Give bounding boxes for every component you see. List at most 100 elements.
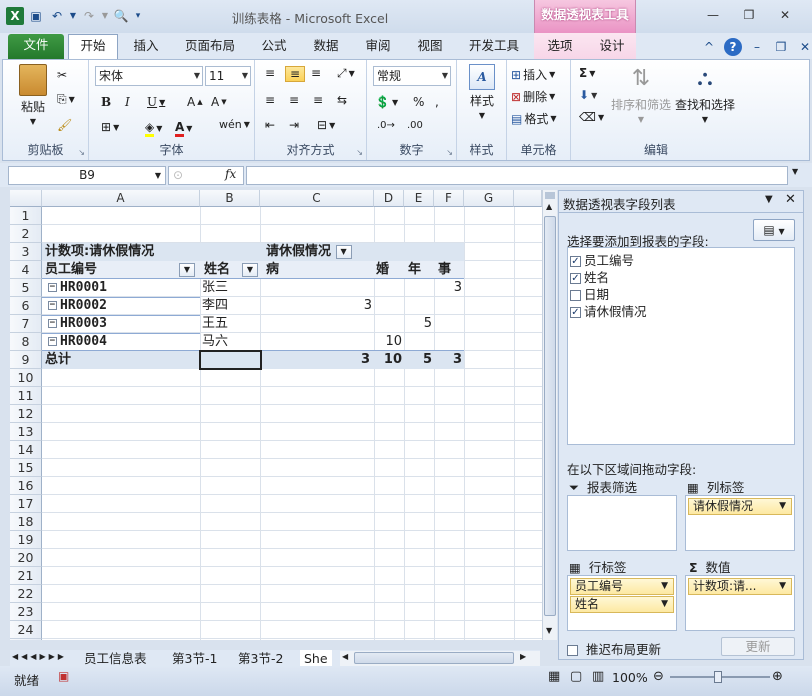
field-checkbox-checked[interactable]: ✓ bbox=[570, 256, 581, 267]
column-header-c[interactable]: C bbox=[260, 190, 374, 207]
paste-button[interactable]: 粘贴 ▼ bbox=[15, 64, 51, 126]
align-bottom-icon[interactable]: ≡ bbox=[311, 66, 321, 80]
column-drop-area[interactable]: 请休假情况 ▼ bbox=[685, 495, 795, 551]
pivot-row-field-2[interactable]: 姓名 ▼ bbox=[204, 261, 258, 279]
pane-options-dropdown-icon[interactable]: ▼ bbox=[765, 194, 773, 205]
collapse-icon[interactable]: − bbox=[48, 319, 57, 328]
decrease-decimal-icon[interactable]: .00 bbox=[407, 120, 423, 131]
scroll-left-icon[interactable]: ◀ bbox=[342, 652, 348, 661]
pivot-row-name[interactable]: 王五 bbox=[202, 315, 228, 333]
row-header[interactable]: 25 bbox=[10, 639, 42, 640]
pivot-row-field-1[interactable]: 员工编号 ▼ bbox=[45, 261, 197, 279]
row-header[interactable]: 2 bbox=[10, 225, 42, 243]
sheet-tab-active[interactable]: She bbox=[300, 650, 332, 667]
pivot-col-label-annual[interactable]: 年 bbox=[408, 261, 421, 279]
column-header-d[interactable]: D bbox=[374, 190, 404, 207]
insert-function-icon[interactable]: fx bbox=[225, 167, 236, 181]
pane-close-icon[interactable]: ✕ bbox=[785, 192, 796, 207]
align-middle-icon[interactable]: ≡ bbox=[285, 66, 305, 82]
font-name-combo[interactable]: 宋体 ▼ bbox=[95, 66, 203, 86]
row-area-chip[interactable]: 员工编号 ▼ bbox=[570, 578, 674, 595]
row-header[interactable]: 24 bbox=[10, 621, 42, 639]
row-header[interactable]: 15 bbox=[10, 459, 42, 477]
minimize-icon[interactable]: — bbox=[700, 6, 726, 24]
increase-indent-icon[interactable]: ⇥ bbox=[289, 118, 299, 132]
format-painter-icon[interactable]: 🖌 bbox=[57, 118, 72, 132]
name-box-dropdown-icon[interactable]: ▼ bbox=[155, 167, 161, 184]
delete-cells-button[interactable]: ⊠ 删除 ▼ bbox=[511, 88, 555, 105]
row-header[interactable]: 21 bbox=[10, 567, 42, 585]
pivot-total-cell[interactable]: 3 bbox=[434, 351, 462, 369]
defer-update-option[interactable]: 推迟布局更新 bbox=[567, 639, 661, 658]
fill-color-icon[interactable]: ◈ ▼ bbox=[145, 120, 162, 137]
field-checkbox-checked[interactable]: ✓ bbox=[570, 307, 581, 318]
values-area-chip[interactable]: 计数项:请... ▼ bbox=[688, 578, 792, 595]
increase-decimal-icon[interactable]: .0→ bbox=[377, 120, 395, 131]
accounting-format-icon[interactable]: 💲 ▼ bbox=[375, 95, 398, 109]
select-all-corner[interactable] bbox=[10, 190, 42, 207]
align-top-icon[interactable]: ≡ bbox=[265, 66, 275, 80]
wrap-text-icon[interactable]: ⇆ bbox=[337, 93, 347, 107]
chip-dropdown-icon[interactable]: ▼ bbox=[661, 579, 668, 594]
row-header[interactable]: 14 bbox=[10, 441, 42, 459]
vertical-scroll-thumb[interactable] bbox=[544, 216, 556, 616]
row-header[interactable]: 11 bbox=[10, 387, 42, 405]
scroll-up-icon[interactable]: ▲ bbox=[546, 202, 552, 211]
doc-minimize-icon[interactable]: – bbox=[748, 38, 766, 56]
zoom-slider-thumb[interactable] bbox=[714, 671, 722, 683]
pivot-col-label-sick[interactable]: 病 bbox=[266, 261, 279, 279]
column-header-f[interactable]: F bbox=[434, 190, 464, 207]
tab-home[interactable]: 开始 bbox=[68, 34, 118, 59]
tab-page-layout[interactable]: 页面布局 bbox=[178, 35, 242, 59]
insert-cells-button[interactable]: ⊞ 插入 ▼ bbox=[511, 66, 555, 83]
row-header[interactable]: 7 bbox=[10, 315, 42, 333]
decrease-indent-icon[interactable]: ⇤ bbox=[265, 118, 275, 132]
align-left-icon[interactable]: ≡ bbox=[265, 93, 275, 107]
copy-icon[interactable]: ⎘ ▼ bbox=[57, 92, 75, 107]
pivot-total-cell[interactable]: 3 bbox=[260, 351, 370, 369]
doc-close-icon[interactable]: ✕ bbox=[796, 38, 812, 56]
row-header[interactable]: 22 bbox=[10, 585, 42, 603]
pivot-row-id[interactable]: − HR0001 bbox=[48, 279, 107, 297]
autosum-icon[interactable]: Σ ▼ bbox=[579, 66, 595, 80]
doc-restore-icon[interactable]: ❐ bbox=[772, 38, 790, 56]
border-icon[interactable]: ⊞ ▼ bbox=[101, 120, 119, 134]
row-area-chip[interactable]: 姓名 ▼ bbox=[570, 596, 674, 613]
font-color-icon[interactable]: A ▼ bbox=[175, 120, 192, 137]
pivot-col-label-marriage[interactable]: 婚 bbox=[376, 261, 389, 279]
formula-input[interactable] bbox=[246, 166, 788, 185]
field-checkbox-unchecked[interactable] bbox=[570, 290, 581, 301]
tab-review[interactable]: 审阅 bbox=[358, 35, 398, 59]
expand-formula-bar-icon[interactable]: ▼ bbox=[792, 167, 798, 176]
pivot-row-id[interactable]: − HR0004 bbox=[48, 333, 107, 351]
pivot-value-cell[interactable]: 3 bbox=[434, 279, 462, 297]
alignment-launcher-icon[interactable]: ↘ bbox=[356, 148, 363, 157]
underline-icon[interactable]: U ▼ bbox=[147, 95, 165, 109]
pivot-row-id[interactable]: − HR0003 bbox=[48, 315, 107, 333]
sheet-tab[interactable]: 员工信息表 bbox=[80, 650, 151, 667]
name-box[interactable]: B9 ▼ bbox=[8, 166, 166, 185]
collapse-icon[interactable]: − bbox=[48, 283, 57, 292]
collapse-ribbon-icon[interactable]: ^ bbox=[700, 38, 718, 56]
column-header-g[interactable]: G bbox=[464, 190, 514, 207]
pivot-value-header[interactable]: 计数项:请休假情况 bbox=[45, 243, 154, 261]
pivot-row-id[interactable]: − HR0002 bbox=[48, 297, 107, 315]
pivot-row-name[interactable]: 李四 bbox=[202, 297, 228, 315]
row-header[interactable]: 8 bbox=[10, 333, 42, 351]
worksheet-grid[interactable]: A B C D E F G 计数项:请休假情况 请休假情况 ▼ 员工编号 ▼ 姓名… bbox=[10, 190, 542, 640]
column-header-b[interactable]: B bbox=[200, 190, 260, 207]
row-field-2-filter-icon[interactable]: ▼ bbox=[242, 263, 258, 277]
zoom-in-icon[interactable]: ⊕ bbox=[772, 669, 783, 684]
row-header[interactable]: 1 bbox=[10, 207, 42, 225]
row-header[interactable]: 9 bbox=[10, 351, 42, 369]
macro-record-icon[interactable]: ▣ bbox=[58, 669, 69, 683]
sheet-tab[interactable]: 第3节-1 bbox=[168, 650, 221, 667]
row-header[interactable]: 5 bbox=[10, 279, 42, 297]
chip-dropdown-icon[interactable]: ▼ bbox=[661, 597, 668, 612]
row-header[interactable]: 3 bbox=[10, 243, 42, 261]
row-header[interactable]: 10 bbox=[10, 369, 42, 387]
sort-filter-button[interactable]: ⇅ 排序和筛选 ▼ bbox=[611, 64, 671, 124]
tab-developer[interactable]: 开发工具 bbox=[462, 35, 526, 59]
comma-style-icon[interactable]: , bbox=[435, 95, 439, 109]
pivot-row-name[interactable]: 马六 bbox=[202, 333, 228, 351]
